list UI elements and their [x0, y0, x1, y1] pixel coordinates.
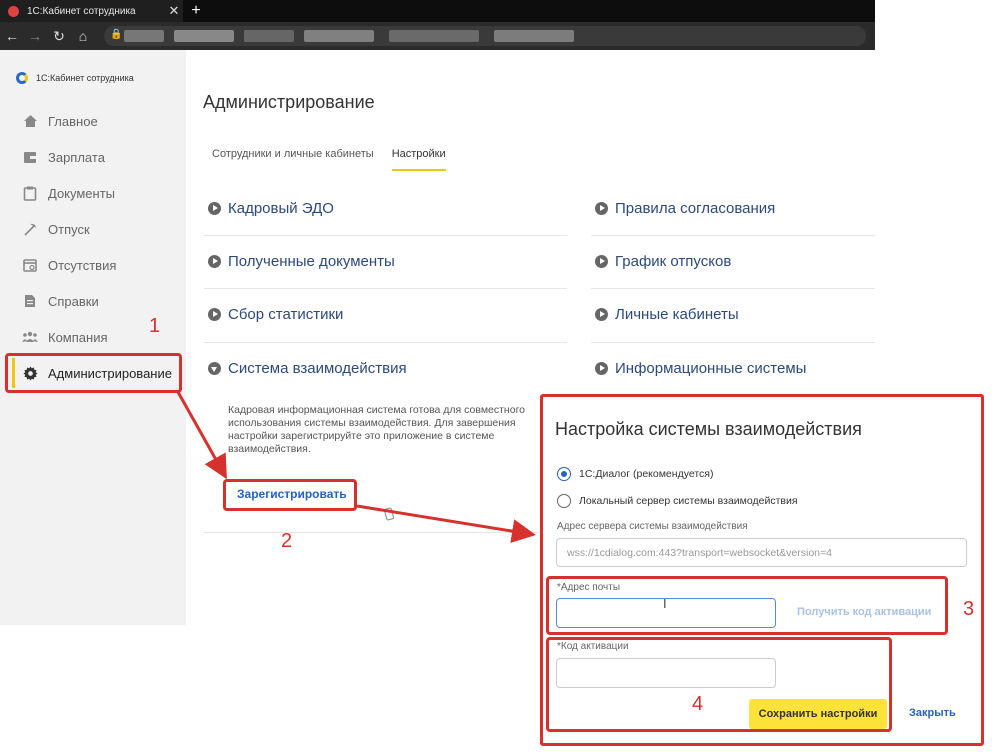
section-statistics[interactable]: Сбор статистики	[208, 306, 343, 323]
blurred-url	[304, 30, 374, 42]
radio-label: Локальный сервер системы взаимодействия	[579, 495, 798, 507]
browser-toolbar: ← → ↻ ⌂ 🔒	[0, 22, 875, 50]
section-label: Информационные системы	[615, 360, 807, 377]
expand-icon	[595, 362, 608, 375]
home-icon[interactable]: ⌂	[74, 26, 92, 46]
vacation-icon	[22, 221, 38, 237]
radio-label: 1С:Диалог (рекомендуется)	[579, 468, 714, 480]
section-label: Правила согласования	[615, 200, 776, 217]
section-label: График отпусков	[615, 253, 732, 270]
browser-tab-title: 1С:Кабинет сотрудника	[27, 5, 136, 17]
divider	[204, 235, 567, 236]
sidebar-item-label: Документы	[48, 185, 116, 201]
sidebar-item-documents[interactable]: Документы	[10, 177, 180, 209]
divider	[204, 532, 539, 533]
annotation-number-1: 1	[149, 315, 161, 337]
sidebar-item-label: Справки	[48, 293, 99, 309]
section-label: Полученные документы	[228, 253, 395, 270]
calendar-icon	[22, 257, 38, 273]
tab-employees[interactable]: Сотрудники и личные кабинеты	[212, 148, 374, 171]
back-arrow-icon[interactable]: ←	[3, 26, 21, 46]
radio-1c-dialog[interactable]: 1С:Диалог (рекомендуется)	[557, 467, 713, 481]
annotation-box-1	[5, 353, 182, 393]
logo-icon	[16, 72, 28, 84]
dialog-title: Настройка системы взаимодействия	[555, 419, 862, 439]
radio-checked-icon	[557, 467, 571, 481]
server-address-field[interactable]: wss://1cdialog.com:443?transport=websock…	[556, 538, 967, 567]
documents-icon	[22, 185, 38, 201]
section-label: Кадровый ЭДО	[228, 200, 334, 217]
sidebar-item-label: Компания	[48, 329, 108, 345]
section-information-systems[interactable]: Информационные системы	[595, 360, 806, 377]
blurred-url	[124, 30, 164, 42]
section-personal-accounts[interactable]: Личные кабинеты	[595, 306, 739, 323]
browser-tabbar: 1С:Кабинет сотрудника ✕ +	[0, 0, 875, 22]
divider	[591, 342, 875, 343]
divider	[591, 235, 875, 236]
collapse-icon	[208, 362, 221, 375]
sidebar-item-vacation[interactable]: Отпуск	[10, 213, 180, 245]
home-icon	[22, 113, 38, 129]
tab-close-icon[interactable]: ✕	[165, 3, 183, 19]
sidebar-item-label: Зарплата	[48, 149, 105, 165]
section-interaction-system[interactable]: Система взаимодействия	[208, 360, 407, 377]
divider	[591, 288, 875, 289]
divider	[204, 288, 567, 289]
lock-icon: 🔒	[110, 29, 123, 40]
people-icon	[22, 329, 38, 345]
wallet-icon	[22, 149, 38, 165]
sidebar-item-absences[interactable]: Отсутствия	[10, 249, 180, 281]
new-tab-button[interactable]: +	[188, 1, 204, 21]
sidebar-item-home[interactable]: Главное	[10, 105, 180, 137]
annotation-box-4	[546, 637, 892, 732]
divider	[204, 342, 567, 343]
annotation-number-3: 3	[963, 598, 975, 620]
reload-icon[interactable]: ↻	[50, 26, 68, 46]
app-logo[interactable]: 1С:Кабинет сотрудника	[16, 72, 134, 84]
browser-tab[interactable]: 1С:Кабинет сотрудника ✕	[0, 0, 183, 22]
section-received-documents[interactable]: Полученные документы	[208, 253, 395, 270]
expand-icon	[208, 255, 221, 268]
blurred-url	[389, 30, 479, 42]
section-label: Сбор статистики	[228, 306, 344, 323]
sidebar-item-label: Главное	[48, 113, 98, 129]
tab-bar: Сотрудники и личные кабинеты Настройки	[212, 148, 464, 171]
close-button[interactable]: Закрыть	[909, 707, 956, 719]
app-logo-text: 1С:Кабинет сотрудника	[36, 73, 134, 83]
section-label: Личные кабинеты	[615, 306, 739, 323]
annotation-number-4: 4	[692, 693, 704, 715]
radio-unchecked-icon	[557, 494, 571, 508]
tab-settings[interactable]: Настройки	[391, 148, 446, 171]
section-hr-edo[interactable]: Кадровый ЭДО	[208, 200, 334, 217]
interaction-description: Кадровая информационная система готова д…	[228, 404, 526, 455]
favicon-icon	[8, 5, 19, 17]
blurred-url	[244, 30, 294, 42]
expand-icon	[595, 202, 608, 215]
address-bar[interactable]: 🔒	[104, 26, 866, 46]
blurred-url	[174, 30, 234, 42]
certificate-icon	[22, 293, 38, 309]
section-label: Система взаимодействия	[228, 360, 407, 377]
sidebar-item-certificates[interactable]: Справки	[10, 285, 180, 317]
forward-arrow-icon[interactable]: →	[26, 26, 44, 46]
blurred-url	[494, 30, 574, 42]
section-approval-rules[interactable]: Правила согласования	[595, 200, 775, 217]
annotation-box-3	[546, 576, 948, 635]
expand-icon	[595, 308, 608, 321]
page-title: Администрирование	[203, 92, 375, 112]
annotation-box-2	[223, 479, 357, 511]
sidebar-item-salary[interactable]: Зарплата	[10, 141, 180, 173]
section-vacation-schedule[interactable]: График отпусков	[595, 253, 731, 270]
expand-icon	[595, 255, 608, 268]
expand-icon	[208, 308, 221, 321]
radio-local-server[interactable]: Локальный сервер системы взаимодействия	[557, 494, 798, 508]
sidebar-item-label: Отсутствия	[48, 257, 117, 273]
annotation-number-2: 2	[281, 530, 293, 552]
sidebar-item-label: Отпуск	[48, 221, 90, 237]
expand-icon	[208, 202, 221, 215]
server-address-label: Адрес сервера системы взаимодействия	[557, 521, 748, 532]
